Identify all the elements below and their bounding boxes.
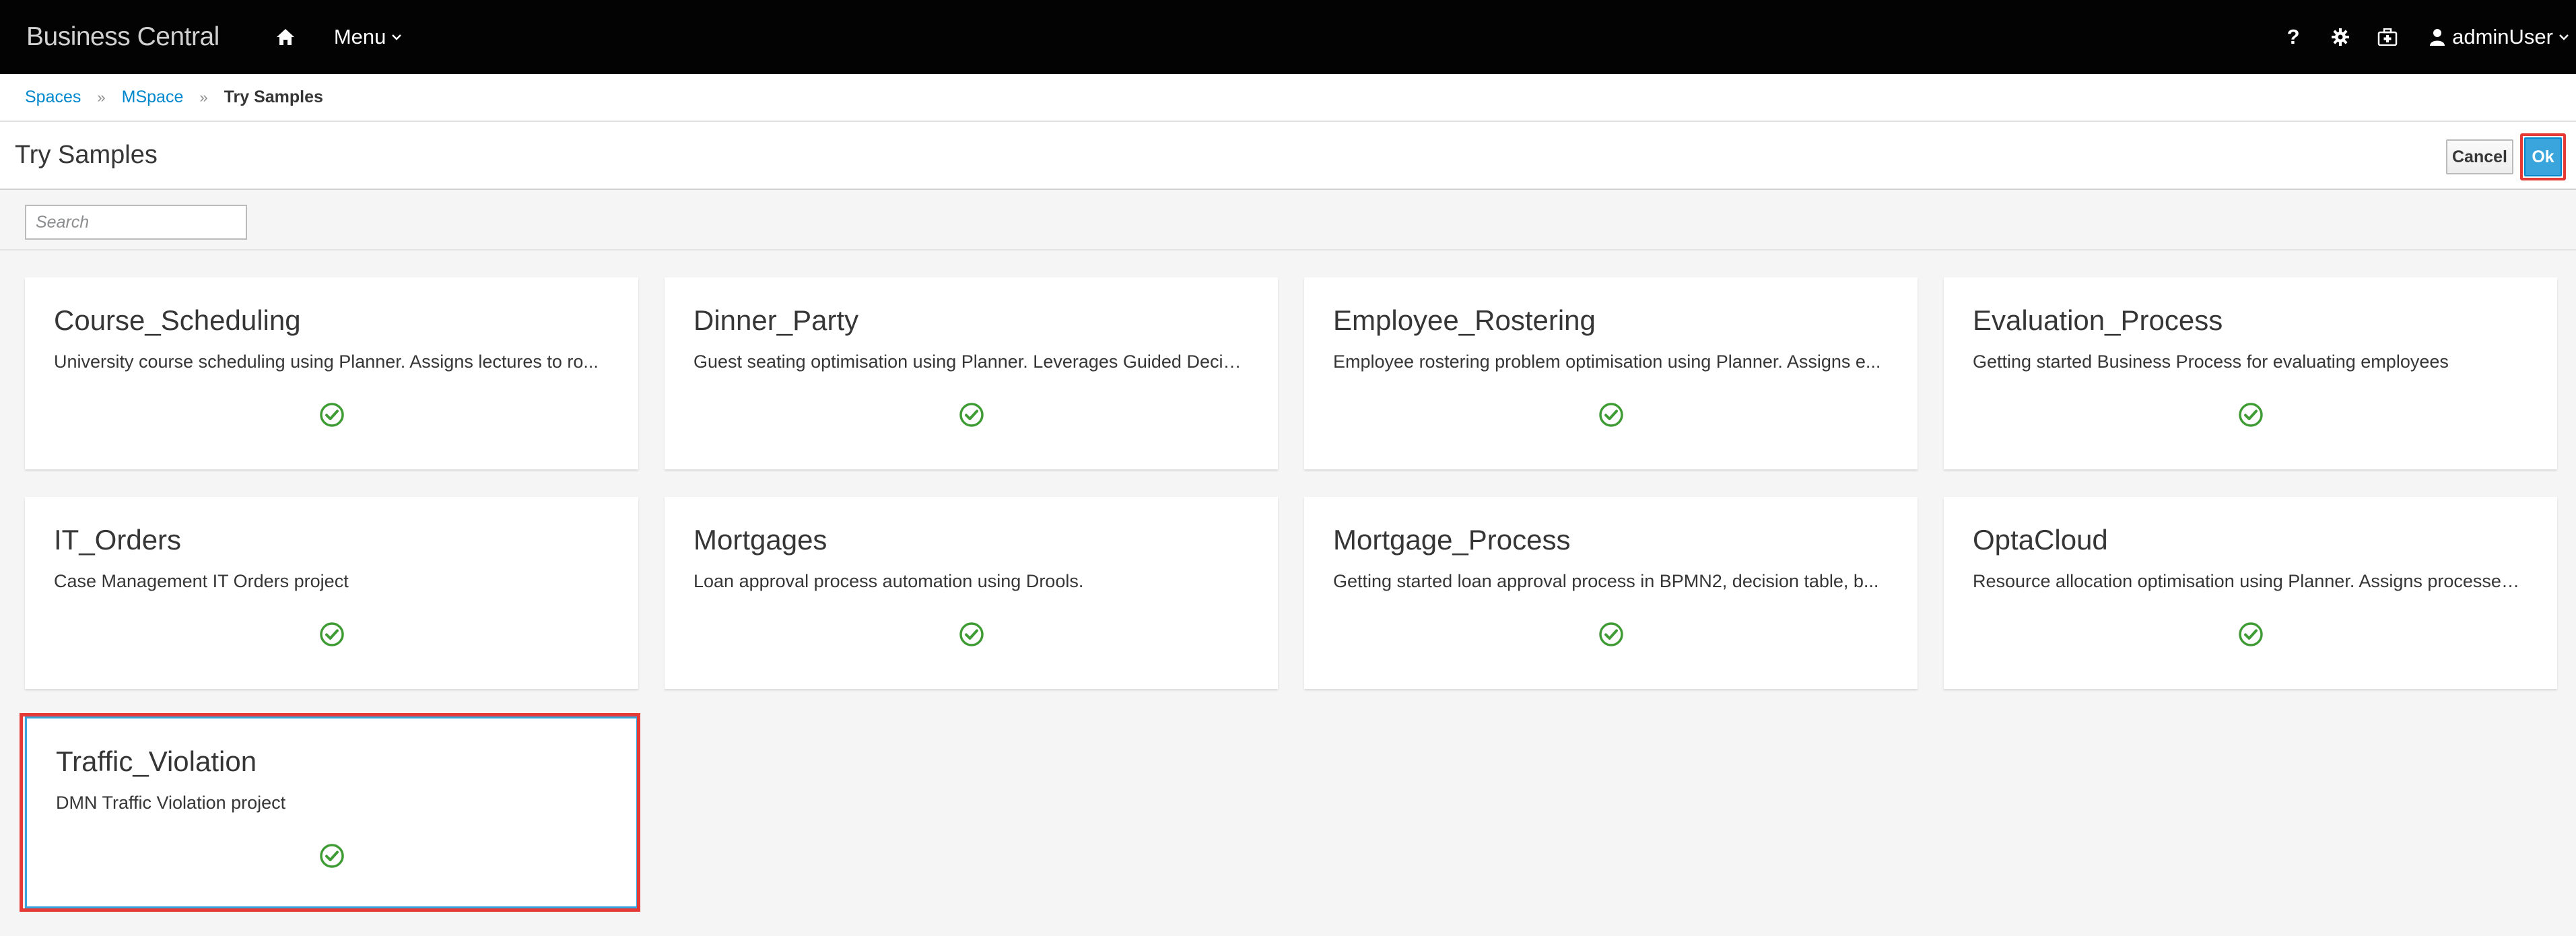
gear-icon[interactable] [2326,22,2355,52]
cancel-button[interactable]: Cancel [2446,139,2513,174]
breadcrumb-mspace[interactable]: MSpace [122,88,184,107]
card-title: IT_Orders [54,524,182,556]
breadcrumb-separator-icon: » [199,88,208,106]
sample-card[interactable]: Mortgages Loan approval process automatio… [665,497,1278,689]
card-description: Employee rostering problem optimisation … [1333,352,1881,372]
brand-logo[interactable]: Business Central [26,22,219,52]
check-circle-icon[interactable] [319,622,345,647]
sample-card[interactable]: Mortgage_Process Getting started loan app… [1304,497,1918,689]
chevron-down-icon [391,33,402,41]
sample-card[interactable]: IT_Orders Case Management IT Orders proje… [25,497,638,689]
card-title: Evaluation_Process [1973,304,2223,336]
sample-card[interactable]: Course_Scheduling University course sched… [25,277,638,469]
card-description: University course scheduling using Plann… [54,352,599,372]
search-toolbar [0,191,2576,250]
card-title: OptaCloud [1973,524,2108,556]
check-circle-icon[interactable] [319,843,345,869]
sample-card[interactable]: OptaCloud Resource allocation optimisatio… [1944,497,2557,689]
breadcrumb-separator-icon: » [97,88,106,106]
breadcrumb-spaces[interactable]: Spaces [25,88,81,107]
sample-card[interactable]: Traffic_Violation DMN Traffic Violation p… [25,716,638,908]
card-description: DMN Traffic Violation project [56,793,286,813]
menu-dropdown[interactable]: Menu [334,25,403,49]
check-circle-icon[interactable] [2238,402,2264,428]
help-label: ? [2286,25,2300,48]
chevron-down-icon [2558,33,2569,41]
card-title: Dinner_Party [693,304,859,336]
help-icon[interactable]: ? [2278,22,2308,52]
sample-card[interactable]: Dinner_Party Guest seating optimisation u… [665,277,1278,469]
card-description: Case Management IT Orders project [54,571,349,591]
breadcrumb: Spaces » MSpace » Try Samples [0,74,2576,122]
card-title: Mortgage_Process [1333,524,1571,556]
ok-button[interactable]: Ok [2524,137,2562,176]
sample-card[interactable]: Evaluation_Process Getting started Busine… [1944,277,2557,469]
user-menu-dropdown[interactable]: adminUser [2429,25,2569,49]
navbar-utilities: ? adminUser [2261,0,2569,74]
menu-label: Menu [333,25,386,48]
check-circle-icon[interactable] [2238,622,2264,647]
breadcrumb-current: Try Samples [224,88,323,106]
page-title: Try Samples [15,141,158,169]
card-description: Getting started loan approval process in… [1333,571,1879,591]
card-title: Employee_Rostering [1333,304,1596,336]
check-circle-icon[interactable] [959,622,984,647]
card-description: Getting started Business Process for eva… [1973,352,2449,372]
page-header: Try Samples Cancel Ok [0,122,2576,190]
first-aid-kit-icon[interactable] [2373,22,2402,52]
sample-card[interactable]: Employee_Rostering Employee rostering pro… [1304,277,1918,469]
samples-grid: Course_Scheduling University course sched… [0,250,2576,936]
user-icon [2429,28,2445,46]
card-title: Course_Scheduling [54,304,301,336]
check-circle-icon[interactable] [319,402,345,428]
card-title: Traffic_Violation [56,745,257,777]
check-circle-icon[interactable] [1598,402,1624,428]
card-title: Mortgages [693,524,827,556]
user-name: adminUser [2452,25,2553,48]
card-description: Guest seating optimisation using Planner… [693,352,1244,372]
card-description: Loan approval process automation using D… [693,571,1084,591]
card-description: Resource allocation optimisation using P… [1973,571,2523,591]
search-input[interactable] [25,205,247,240]
top-navbar: Business Central Menu ? adminUser [0,0,2576,74]
home-icon[interactable] [272,24,299,51]
check-circle-icon[interactable] [1598,622,1624,647]
check-circle-icon[interactable] [959,402,984,428]
